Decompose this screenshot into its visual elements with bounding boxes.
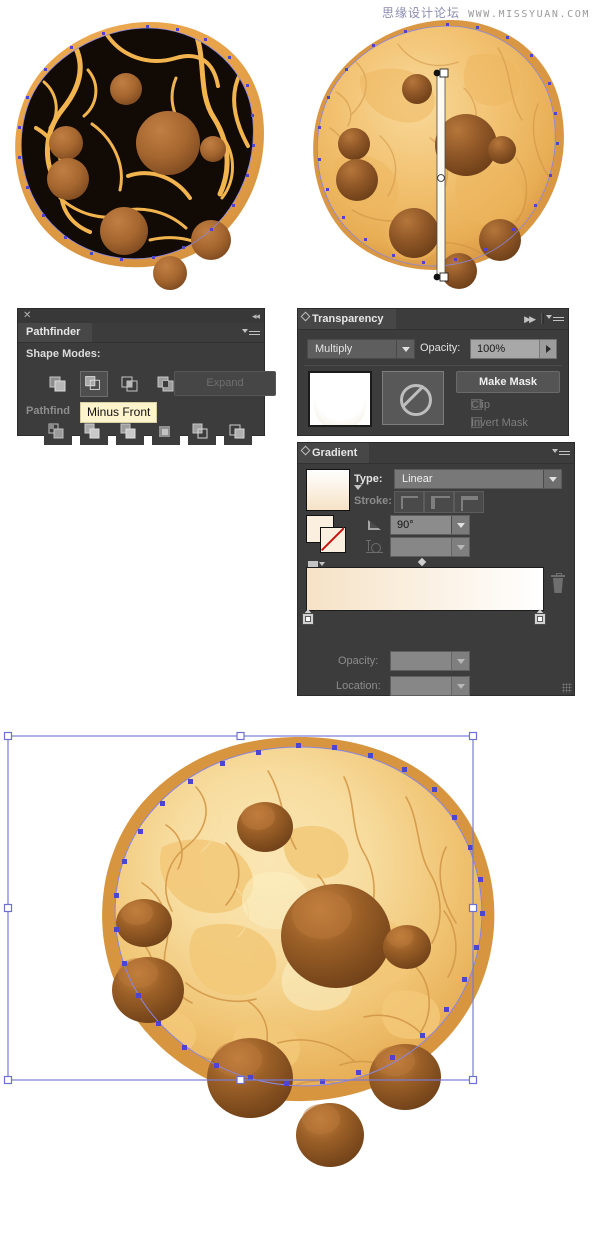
tab-transparency[interactable]: Transparency (298, 309, 396, 329)
chevron-down-icon[interactable] (396, 340, 414, 358)
none-slash-icon (320, 527, 344, 551)
opacity-input[interactable]: 100% (470, 339, 557, 359)
shape-mode-minus-front-button[interactable] (80, 371, 108, 397)
handle-middle-right (468, 903, 478, 913)
panel-menu-icon[interactable] (546, 313, 564, 324)
artwork-thumbnail-shape (314, 379, 366, 425)
clip-label: Clip (471, 399, 490, 411)
toolbar-separator (541, 313, 544, 324)
opacity-value: 100% (477, 343, 506, 355)
trash-icon[interactable] (551, 573, 565, 593)
gradient-location-input (390, 676, 470, 696)
shape-modes-label: Shape Modes: (26, 348, 101, 360)
chevron-down-icon[interactable] (451, 516, 469, 534)
mask-thumbnail[interactable] (382, 371, 444, 425)
tab-pathfinder[interactable]: Pathfinder (18, 323, 93, 342)
pathfinder-tabrow: Pathfinder (18, 323, 264, 343)
chevron-down-icon (451, 652, 469, 670)
pathfinder-titlebar: ✕ ◂◂ (18, 309, 264, 323)
gradient-location-label: Location: (336, 680, 381, 692)
blend-mode-select[interactable]: Multiply (307, 339, 415, 359)
gradient-preview-bar[interactable] (306, 567, 544, 611)
tab-gradient-label: Gradient (312, 447, 358, 459)
gradient-panel[interactable]: Gradient Type: Linear Stroke: 90° Opacit… (298, 443, 574, 696)
gradient-aspect-input (390, 537, 470, 557)
handle-top-center (236, 731, 245, 741)
gradient-type-select[interactable]: Linear (394, 469, 562, 489)
stroke-along-button[interactable] (424, 491, 454, 513)
opacity-stepper-icon[interactable] (539, 340, 556, 358)
panel-menu-icon[interactable] (552, 447, 570, 458)
stroke-within-button[interactable] (394, 491, 424, 513)
fill-stroke-indicator[interactable] (306, 515, 346, 553)
gradient-angle-value: 90° (397, 519, 414, 531)
collapse-icon[interactable]: ◂◂ (252, 310, 260, 322)
invert-mask-label: Invert Mask (471, 417, 528, 429)
handle-bottom-right (468, 1075, 478, 1085)
gradient-opacity-label: Opacity: (338, 655, 379, 667)
shape-mode-intersect-button[interactable] (116, 371, 144, 397)
pathfinders-label: Pathfind (26, 405, 70, 417)
handle-middle-left (3, 903, 13, 913)
handle-bottom-left (3, 1075, 13, 1085)
shape-mode-unite-button[interactable] (44, 371, 72, 397)
gradient-stop-start[interactable] (302, 609, 314, 625)
opacity-label: Opacity: (420, 342, 461, 354)
gradient-tabrow: Gradient (298, 443, 574, 464)
chevron-down-icon[interactable] (354, 485, 362, 490)
chevron-down-icon (451, 677, 469, 695)
minus-front-tooltip: Minus Front (80, 402, 158, 423)
divider (304, 365, 562, 366)
expand-button[interactable]: Expand (174, 371, 276, 396)
handle-top-left (3, 731, 13, 741)
close-icon[interactable]: ✕ (23, 310, 31, 322)
blend-mode-value: Multiply (315, 343, 353, 355)
panel-grip-icon (302, 447, 309, 454)
transparency-panel[interactable]: Transparency ▶▶ Multiply Opacity: 100% M… (298, 309, 568, 435)
pathfinder-panel[interactable]: ✕ ◂◂ Pathfinder Shape Modes: Expand Path… (18, 309, 276, 445)
finished-cookie-artwork (3, 731, 495, 1167)
no-mask-icon (400, 384, 432, 416)
chevron-down-icon[interactable] (543, 470, 561, 488)
handle-top-right (468, 731, 478, 741)
type-label: Type: (354, 473, 383, 485)
aspect-ratio-icon (366, 540, 384, 554)
angle-icon (368, 519, 382, 530)
gradient-stop-end[interactable] (534, 609, 546, 625)
stroke-across-button[interactable] (454, 491, 484, 513)
gradient-swatch[interactable] (306, 469, 350, 511)
double-arrow-icon[interactable]: ▶▶ (524, 314, 536, 325)
chevron-down-icon (451, 538, 469, 556)
resize-grip-icon[interactable] (562, 683, 572, 693)
cookie-with-black-overlay (15, 22, 264, 290)
pathfinder-outline-button[interactable] (188, 419, 216, 445)
artwork-thumbnail[interactable] (308, 371, 372, 427)
top-artwork-row (15, 20, 564, 290)
gradient-opacity-input (390, 651, 470, 671)
gradient-type-value: Linear (402, 473, 433, 485)
panel-menu-icon[interactable] (242, 327, 260, 338)
gradient-slider[interactable] (302, 567, 546, 625)
panel-grip-icon (302, 313, 309, 320)
tab-transparency-label: Transparency (312, 313, 384, 325)
pathfinder-minus-back-button[interactable] (224, 419, 252, 445)
cookie-with-gradient-annotator (313, 20, 564, 289)
gradient-angle-input[interactable]: 90° (390, 515, 470, 535)
tab-gradient[interactable]: Gradient (298, 443, 370, 463)
transparency-tabrow: Transparency ▶▶ (298, 309, 568, 330)
stroke-label: Stroke: (354, 495, 392, 507)
handle-bottom-center (236, 1075, 245, 1085)
make-mask-button[interactable]: Make Mask (456, 371, 560, 393)
gradient-midpoint-handle[interactable] (418, 558, 427, 567)
pathfinder-divide-button[interactable] (44, 419, 72, 445)
